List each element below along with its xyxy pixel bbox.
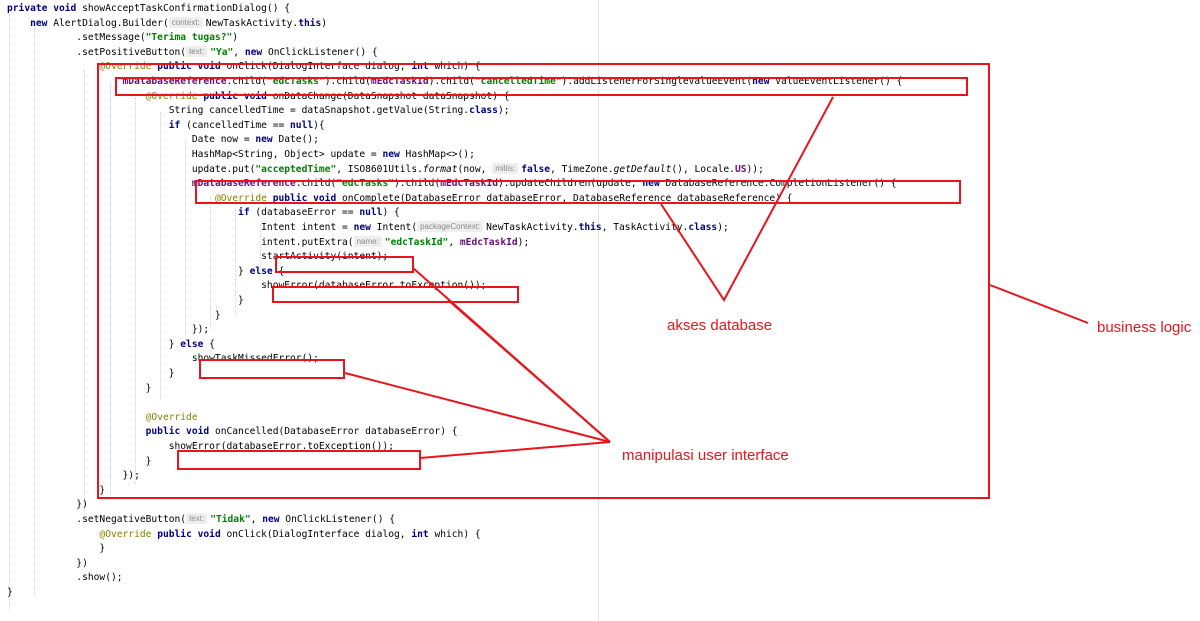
database-access-label: akses database <box>667 317 773 334</box>
database-access-box-1 <box>115 77 968 96</box>
business-pointer-line <box>989 284 1089 324</box>
business-logic-box <box>97 63 990 499</box>
ui-box-show-task-missed <box>199 359 345 379</box>
ui-box-show-error-1 <box>272 286 519 303</box>
ui-box-start-activity <box>275 256 414 273</box>
ui-box-show-error-2 <box>177 450 421 470</box>
business-logic-label: business logic <box>1097 319 1192 336</box>
database-access-box-2 <box>195 180 961 204</box>
ui-manipulation-label: manipulasi user interface <box>622 447 789 464</box>
